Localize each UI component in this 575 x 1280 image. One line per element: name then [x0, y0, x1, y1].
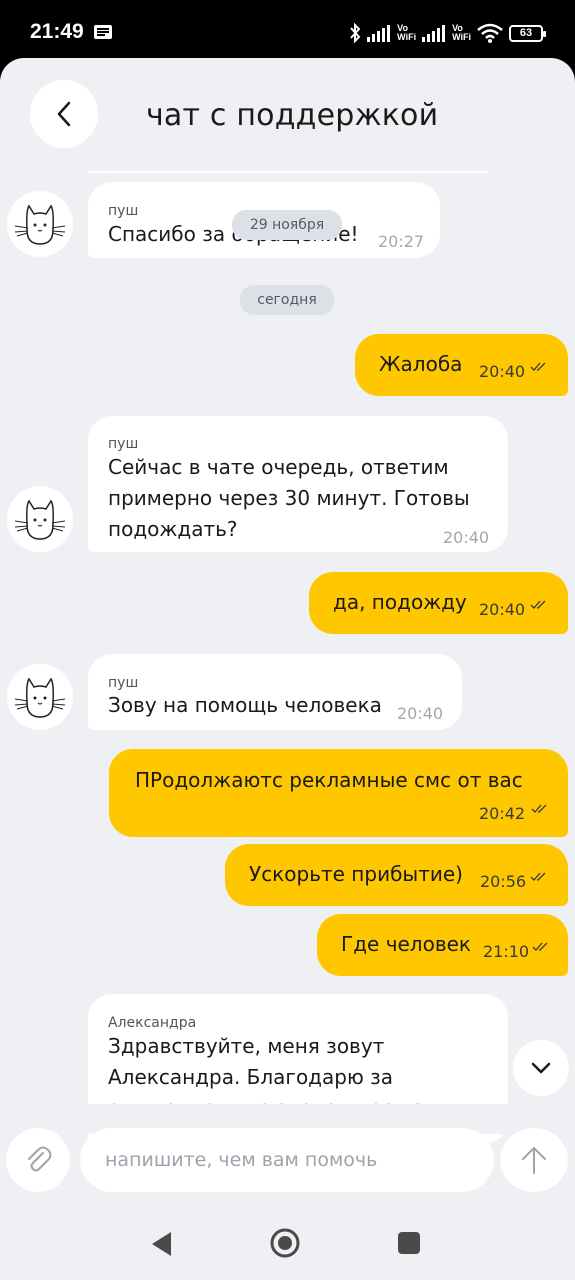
avatar — [7, 191, 73, 257]
chat-screen: чат с поддержкой пуш Спасибо за обращени… — [0, 58, 575, 1280]
message-time: 21:10 — [483, 942, 530, 961]
wifi-icon — [477, 23, 503, 43]
avatar — [7, 664, 73, 730]
paperclip-icon — [28, 1146, 52, 1172]
chevron-left-icon — [57, 101, 71, 127]
message-text: Где человек — [341, 932, 471, 956]
message-bubble-outgoing[interactable]: Где человек 21:10 — [317, 914, 568, 976]
attach-button[interactable] — [6, 1128, 70, 1192]
message-time: 20:40 — [479, 362, 526, 381]
bluetooth-icon — [350, 23, 361, 43]
status-bar: 21:49 Vo WiFi Vo WiFi 63 — [0, 0, 575, 60]
message-time: 20:40 — [479, 600, 526, 619]
message-bubble-outgoing[interactable]: Жалоба 20:40 — [355, 334, 568, 396]
chevron-down-icon — [531, 1062, 551, 1074]
cat-icon — [14, 204, 66, 245]
message-time: 20:40 — [397, 704, 444, 723]
arrow-up-icon — [522, 1147, 546, 1174]
message-bubble-outgoing[interactable]: Ускорьте прибытие) 20:56 — [225, 844, 568, 906]
message-text: да, подожду — [333, 590, 467, 614]
nav-back-button[interactable] — [150, 1231, 172, 1257]
battery-indicator: 63 — [509, 24, 546, 42]
message-input[interactable] — [80, 1128, 494, 1192]
nav-home-button[interactable] — [269, 1227, 301, 1259]
message-text-line: Александра. Благодарю за — [108, 1065, 394, 1089]
message-bubble-incoming[interactable]: пуш Зову на помощь человека 20:40 — [88, 654, 462, 730]
message-time: 20:42 — [479, 804, 526, 823]
message-time: 20:40 — [443, 528, 490, 547]
read-ticks-icon — [531, 804, 547, 813]
message-notification-icon — [94, 25, 112, 39]
message-text: Ускорьте прибытие) — [249, 862, 463, 886]
message-text-line: примерно через 30 минут. Готовы — [108, 486, 470, 510]
back-button[interactable] — [30, 80, 98, 148]
nav-recents-button[interactable] — [398, 1232, 420, 1254]
header-divider — [88, 171, 488, 173]
vowifi-label: Vo WiFi — [397, 23, 417, 42]
message-text-line: подождать? — [108, 517, 238, 541]
date-pill-today: сегодня — [240, 285, 334, 315]
message-time: 20:56 — [480, 872, 527, 891]
floating-date-pill: 29 ноября — [232, 210, 342, 240]
cat-icon — [14, 677, 66, 718]
read-ticks-icon — [530, 600, 546, 609]
message-text: ПРодолжаютс рекламные смс от вас — [135, 768, 523, 792]
message-bubble-outgoing[interactable]: ПРодолжаютс рекламные смс от вас 20:42 — [109, 749, 568, 837]
scroll-down-button[interactable] — [513, 1040, 569, 1096]
message-text-line: Сейчас в чате очередь, ответим — [108, 455, 449, 479]
page-title: чат с поддержкой — [146, 98, 439, 133]
cat-icon — [14, 499, 66, 540]
message-bubble-incoming[interactable]: пуш Сейчас в чате очередь, ответим приме… — [88, 416, 508, 552]
read-ticks-icon — [530, 362, 546, 371]
read-ticks-icon — [530, 872, 546, 881]
message-text-line: Здравствуйте, меня зовут — [108, 1034, 385, 1058]
message-text: Жалоба — [379, 352, 463, 376]
signal-icon — [422, 25, 446, 42]
signal-icon — [367, 25, 391, 42]
vowifi-label: Vo WiFi — [452, 23, 471, 42]
message-bubble-outgoing[interactable]: да, подожду 20:40 — [309, 572, 568, 634]
avatar — [7, 486, 73, 552]
read-ticks-icon — [532, 942, 548, 951]
status-icons: Vo WiFi Vo WiFi 63 — [349, 20, 546, 46]
status-time: 21:49 — [30, 20, 84, 43]
message-text: Зову на помощь человека — [108, 693, 382, 717]
send-button[interactable] — [500, 1128, 568, 1192]
message-time: 20:27 — [378, 232, 425, 251]
